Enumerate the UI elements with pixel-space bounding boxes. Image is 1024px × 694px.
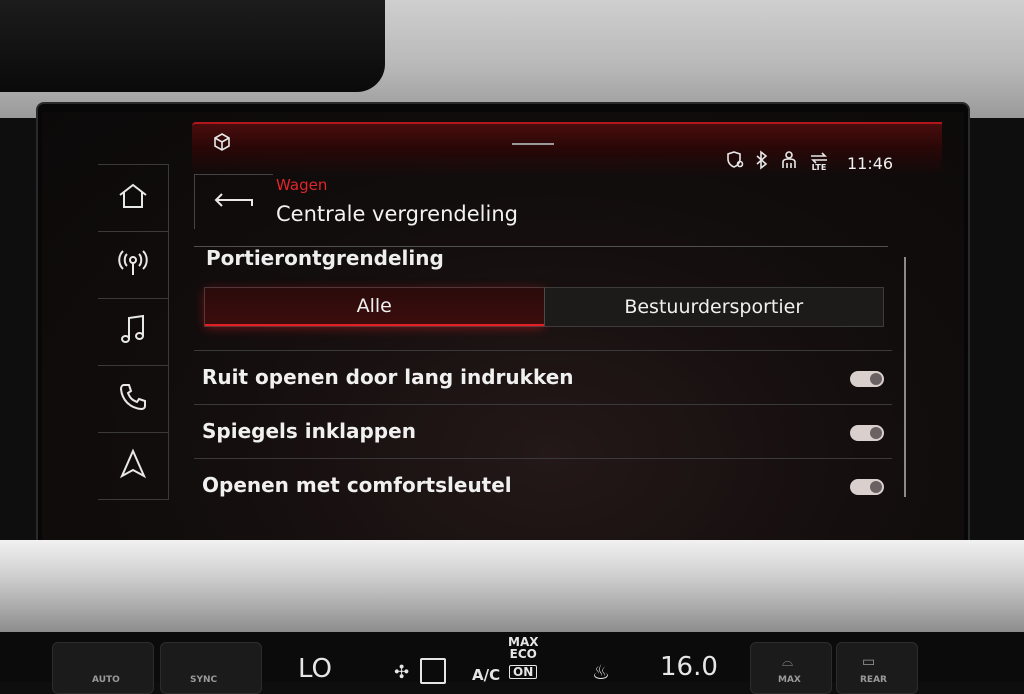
back-button[interactable] (194, 174, 273, 229)
setting-row-window[interactable]: Ruit openen door lang indrukken (194, 350, 892, 405)
toggle-knob (870, 481, 882, 493)
dashboard-trim (0, 540, 1024, 632)
ac-label[interactable]: A/C (472, 666, 500, 684)
home-icon (117, 182, 149, 214)
status-bar (192, 122, 942, 176)
scrollbar[interactable] (904, 257, 906, 497)
auto-button[interactable] (52, 642, 154, 694)
setting-label: Openen met comfortsleutel (202, 473, 512, 497)
fan-icon[interactable]: ✣ (394, 662, 409, 683)
auto-label: AUTO (92, 675, 120, 685)
bluetooth-icon (755, 150, 769, 174)
left-temperature: LO (298, 654, 333, 684)
sidebar-item-phone[interactable] (98, 365, 168, 432)
sidebar-item-home[interactable] (98, 164, 168, 231)
toggle-window-open[interactable] (850, 371, 884, 387)
navigation-icon (119, 448, 147, 484)
setting-label: Spiegels inklappen (202, 419, 416, 443)
clock: 11:46 (847, 154, 894, 173)
airflow-icon[interactable] (420, 658, 446, 684)
defrost-icon: ⌓ (782, 654, 794, 670)
sidebar (98, 164, 169, 500)
rear-defrost-button[interactable] (836, 642, 918, 694)
door-unlock-selector: Alle Bestuurdersportier (204, 287, 884, 327)
setting-row-comfort-key[interactable]: Openen met comfortsleutel (194, 458, 892, 513)
sidebar-item-navigation[interactable] (98, 432, 168, 500)
sync-label: SYNC (190, 675, 218, 685)
sidebar-item-radio[interactable] (98, 231, 168, 298)
max-eco-label[interactable]: MAX ECO (508, 636, 538, 660)
rear-label: REAR (860, 675, 887, 685)
max-label: MAX (778, 675, 801, 685)
location-shield-icon (725, 150, 745, 174)
setting-label: Ruit openen door lang indrukken (202, 365, 574, 389)
page-title: Centrale vergrendeling (276, 202, 518, 226)
music-note-icon (119, 314, 147, 350)
air-vent (0, 0, 385, 92)
climate-panel: AUTO SYNC LO ✣ A/C MAX ECO ON ♨ 16.0 ⌓ M… (0, 632, 1024, 694)
person-icon (779, 150, 799, 174)
toggle-knob (870, 427, 882, 439)
seat-heating-icon[interactable]: ♨ (592, 660, 610, 684)
option-bestuurdersportier[interactable]: Bestuurdersportier (543, 288, 883, 326)
section-label-door-unlock: Portierontgrendeling (206, 246, 444, 270)
sync-button[interactable] (160, 642, 262, 694)
breadcrumb[interactable]: Wagen (276, 176, 327, 194)
toggle-comfort-key[interactable] (850, 479, 884, 495)
infotainment-screen: LTE 11:46 Wagen Centrale vergrendeling P… (42, 112, 964, 540)
ac-on-indicator: ON (509, 665, 538, 679)
sidebar-item-media[interactable] (98, 298, 168, 365)
radio-icon (117, 249, 149, 281)
right-temperature: 16.0 (660, 652, 718, 682)
toggle-fold-mirrors[interactable] (850, 425, 884, 441)
lte-signal-icon: LTE (809, 152, 829, 172)
rear-defrost-icon: ▭ (862, 654, 876, 670)
phone-icon (118, 382, 148, 416)
lte-label: LTE (811, 163, 827, 172)
toggle-knob (870, 373, 882, 385)
status-icons: LTE (725, 150, 829, 174)
drag-handle[interactable] (512, 143, 554, 145)
option-alle[interactable]: Alle (205, 288, 544, 326)
cube-icon[interactable] (212, 132, 232, 156)
back-arrow-icon (212, 190, 256, 214)
setting-row-mirrors[interactable]: Spiegels inklappen (194, 404, 892, 459)
